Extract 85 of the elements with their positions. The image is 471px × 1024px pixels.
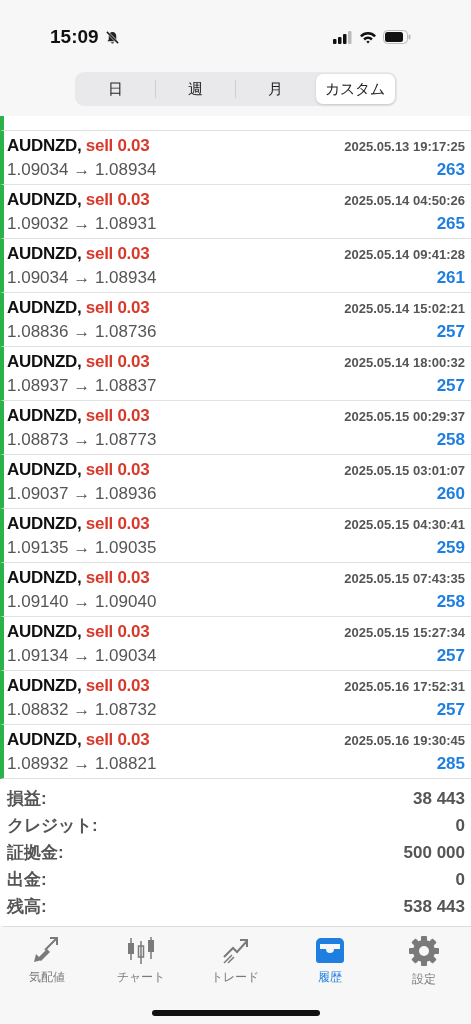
- deal-title: AUDNZD, sell 0.03: [7, 459, 150, 480]
- deal-time: 2025.05.15 03:01:07: [344, 462, 465, 478]
- deal-row[interactable]: AUDNZD, sell 0.03 2025.05.16 19:30:45 1.08932 → 1.08821 285: [0, 725, 471, 779]
- deal-time: 2025.05.13 19:17:25: [344, 138, 465, 154]
- deal-row[interactable]: AUDNZD, sell 0.03 2025.05.14 15:02:21 1.08836 → 1.08736 257: [0, 293, 471, 347]
- deal-title: AUDNZD, sell 0.03: [7, 243, 150, 264]
- deal-profit: 257: [436, 375, 465, 396]
- deal-prices: 1.09135 → 1.09035: [7, 537, 157, 558]
- period-tab[interactable]: カスタム: [315, 74, 395, 104]
- summary-value: 538 443: [403, 896, 465, 917]
- status-time: 15:09: [50, 26, 99, 48]
- history-tab[interactable]: 履歴: [289, 935, 370, 986]
- summary-value: 0: [455, 815, 465, 836]
- deal-title: AUDNZD, sell 0.03: [7, 675, 150, 696]
- deal-prices: 1.09037 → 1.08936: [7, 483, 157, 504]
- deal-time: 2025.05.15 04:30:41: [344, 516, 465, 532]
- deal-row[interactable]: AUDNZD, sell 0.03 2025.05.14 18:00:32 1.08937 → 1.08837 257: [0, 347, 471, 401]
- settings-tab[interactable]: 設定: [383, 935, 464, 988]
- deal-time: 2025.05.16 17:52:31: [344, 678, 465, 694]
- deal-title: AUDNZD, sell 0.03: [7, 513, 150, 534]
- deal-time: 2025.05.15 15:27:34: [344, 624, 465, 640]
- deal-title: AUDNZD, sell 0.03: [7, 135, 150, 156]
- deal-prices: 1.08937 → 1.08837: [7, 375, 157, 396]
- deal-row[interactable]: AUDNZD, sell 0.03 2025.05.14 04:50:26 1.09032 → 1.08931 265: [0, 185, 471, 239]
- deal-row[interactable]: AUDNZD, sell 0.03 2025.05.15 00:29:37 1.08873 → 1.08773 258: [0, 401, 471, 455]
- deal-profit: 257: [436, 699, 465, 720]
- muted-bell-icon: [104, 29, 120, 45]
- deal-profit: 265: [436, 213, 465, 234]
- deal-title: AUDNZD, sell 0.03: [7, 567, 150, 588]
- deal-row[interactable]: AUDNZD, sell 0.03 2025.05.14 09:41:28 1.09034 → 1.08934 261: [0, 239, 471, 293]
- deal-prices: 1.09134 → 1.09034: [7, 645, 157, 666]
- period-tab[interactable]: 週: [156, 74, 235, 104]
- signal-icon: [333, 30, 353, 44]
- deal-prices: 1.09034 → 1.08934: [7, 267, 157, 288]
- deal-prices: 1.09034 → 1.08934: [7, 159, 157, 180]
- deal-profit: 257: [436, 645, 465, 666]
- deal-prices: 1.09140 → 1.09040: [7, 591, 157, 612]
- deal-profit: 259: [436, 537, 465, 558]
- summary-label: クレジット:: [7, 815, 98, 837]
- deal-profit: 258: [436, 591, 465, 612]
- deal-profit: 258: [436, 429, 465, 450]
- summary-label: 証拠金:: [7, 842, 64, 864]
- deal-time: 2025.05.14 09:41:28: [344, 246, 465, 262]
- deal-profit: 260: [436, 483, 465, 504]
- summary-value: 38 443: [413, 788, 465, 809]
- deal-time: 2025.05.14 04:50:26: [344, 192, 465, 208]
- deal-title: AUDNZD, sell 0.03: [7, 621, 150, 642]
- deal-row[interactable]: AUDNZD, sell 0.03 2025.05.16 17:52:31 1.08832 → 1.08732 257: [0, 671, 471, 725]
- deal-row[interactable]: AUDNZD, sell 0.03 2025.05.15 04:30:41 1.09135 → 1.09035 259: [0, 509, 471, 563]
- period-tab[interactable]: 日: [76, 74, 156, 104]
- settings-icon: [406, 935, 441, 967]
- summary-label: 損益:: [7, 788, 47, 810]
- deal-prices: 1.09032 → 1.08931: [7, 213, 157, 234]
- summary-value: 0: [455, 869, 465, 890]
- period-tab[interactable]: 月: [236, 74, 315, 104]
- deal-row[interactable]: AUDNZD, sell 0.03 2025.05.13 19:17:25 1.09034 → 1.08934 263: [0, 131, 471, 185]
- deal-row[interactable]: AUDNZD, sell 0.03 2025.05.15 15:27:34 1.09134 → 1.09034 257: [0, 617, 471, 671]
- deal-profit: 285: [436, 753, 465, 774]
- deal-prices: 1.08873 → 1.08773: [7, 429, 157, 450]
- summary-value: 500 000: [403, 842, 465, 863]
- deal-time: 2025.05.15 07:43:35: [344, 570, 465, 586]
- deal-row[interactable]: AUDNZD, sell 0.03 2025.05.15 03:01:07 1.09037 → 1.08936 260: [0, 455, 471, 509]
- chart-tab[interactable]: チャート: [101, 935, 182, 986]
- deal-title: AUDNZD, sell 0.03: [7, 729, 150, 750]
- deal-prices: 1.08932 → 1.08821: [7, 753, 157, 774]
- deal-title: AUDNZD, sell 0.03: [7, 405, 150, 426]
- deal-time: 2025.05.16 19:30:45: [344, 732, 465, 748]
- deal-title: AUDNZD, sell 0.03: [7, 351, 150, 372]
- trade-tab[interactable]: トレード: [195, 935, 276, 986]
- deal-row[interactable]: AUDNZD, sell 0.03 2025.05.15 07:43:35 1.09140 → 1.09040 258: [0, 563, 471, 617]
- battery-icon: [383, 30, 411, 44]
- summary-label: 残高:: [7, 896, 47, 918]
- deal-profit: 257: [436, 321, 465, 342]
- summary-label: 出金:: [7, 869, 47, 891]
- wifi-icon: [359, 30, 377, 44]
- quotes-tab[interactable]: 気配値: [7, 935, 88, 986]
- deal-profit: 263: [436, 159, 465, 180]
- deal-time: 2025.05.14 18:00:32: [344, 354, 465, 370]
- deal-title: AUDNZD, sell 0.03: [7, 189, 150, 210]
- deal-prices: 1.08832 → 1.08732: [7, 699, 157, 720]
- deal-prices: 1.08836 → 1.08736: [7, 321, 157, 342]
- deal-time: 2025.05.14 15:02:21: [344, 300, 465, 316]
- deal-title: AUDNZD, sell 0.03: [7, 297, 150, 318]
- deal-profit: 261: [436, 267, 465, 288]
- deal-time: 2025.05.15 00:29:37: [344, 408, 465, 424]
